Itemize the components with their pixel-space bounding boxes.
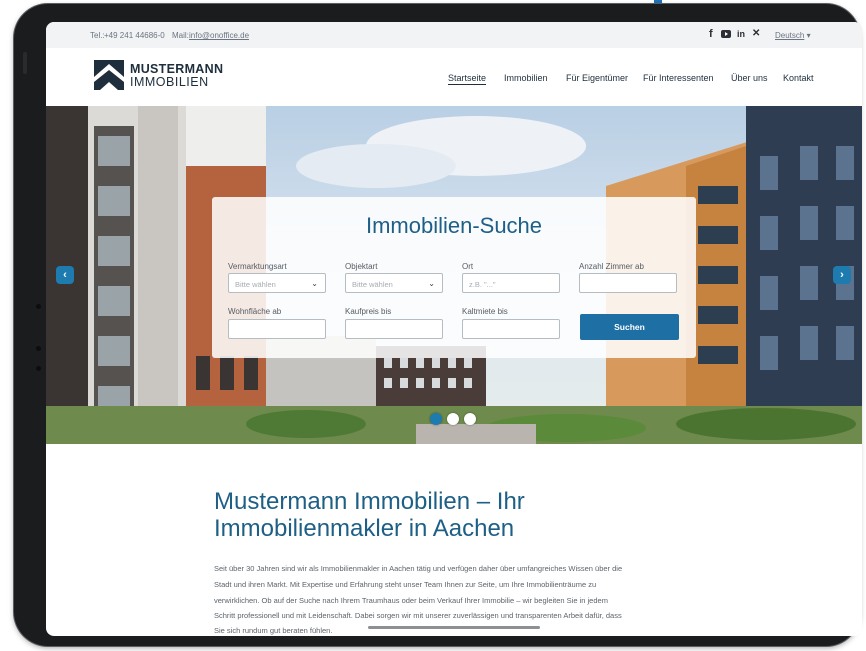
field-label: Ort bbox=[462, 262, 474, 271]
search-button[interactable]: Suchen bbox=[580, 314, 679, 340]
field-label: Objektart bbox=[345, 262, 378, 271]
intro-paragraph-line: Stadt und ihren Markt. Mit Expertise und… bbox=[214, 580, 597, 589]
input-placeholder: z.B. "..." bbox=[469, 280, 496, 289]
nav-ueber-uns[interactable]: Über uns bbox=[731, 73, 768, 83]
facebook-icon[interactable]: f bbox=[709, 28, 713, 40]
tablet-sensor-dot bbox=[36, 304, 41, 309]
mail-label: Mail: bbox=[172, 31, 189, 40]
field-label: Kaltmiete bis bbox=[462, 307, 508, 316]
phone-label: Tel.: bbox=[90, 31, 105, 40]
tablet-frame: Tel.: +49 241 44686-0 Mail: info@onoffic… bbox=[14, 4, 862, 646]
nav-immobilien[interactable]: Immobilien bbox=[504, 73, 548, 83]
wohnflaeche-input[interactable] bbox=[228, 319, 326, 339]
home-indicator[interactable] bbox=[368, 626, 540, 629]
chevron-down-icon: ⌄ bbox=[428, 279, 435, 288]
page-heading-line1: Mustermann Immobilien – Ihr bbox=[214, 488, 525, 515]
field-label: Vermarktungsart bbox=[228, 262, 287, 271]
field-label: Kaufpreis bis bbox=[345, 307, 392, 316]
xing-icon[interactable]: ✕ bbox=[752, 28, 760, 39]
slider-dot[interactable] bbox=[430, 413, 442, 425]
logo-title[interactable]: MUSTERMANN bbox=[130, 62, 223, 76]
intro-paragraph-line: Schritt professionell und mit Leidenscha… bbox=[214, 611, 622, 620]
nav-fuer-eigentuemer[interactable]: Für Eigentümer bbox=[566, 73, 628, 83]
chevron-down-icon: ⌄ bbox=[311, 279, 318, 288]
tablet-side-button bbox=[23, 52, 27, 74]
field-label: Anzahl Zimmer ab bbox=[579, 262, 644, 271]
hero-slider: ‹ › Immobilien-Suche Vermarktungsart Bit… bbox=[46, 106, 862, 444]
page-heading-line2: Immobilienmakler in Aachen bbox=[214, 515, 515, 542]
tablet-sensor-dot bbox=[36, 366, 41, 371]
objektart-select[interactable]: Bitte wählen ⌄ bbox=[345, 273, 443, 293]
arrow-left-icon[interactable]: ‹ bbox=[56, 266, 74, 284]
anzahl-zimmer-input[interactable] bbox=[579, 273, 677, 293]
top-bar: Tel.: +49 241 44686-0 Mail: info@onoffic… bbox=[46, 22, 862, 48]
field-label: Wohnfläche ab bbox=[228, 307, 282, 316]
intro-paragraph-line: verwirklichen. Ob auf der Suche nach Ihr… bbox=[214, 596, 608, 605]
arrow-right-icon[interactable]: › bbox=[833, 266, 851, 284]
kaltmiete-input[interactable] bbox=[462, 319, 560, 339]
ort-input[interactable]: z.B. "..." bbox=[462, 273, 560, 293]
phone-link[interactable]: +49 241 44686-0 bbox=[104, 31, 165, 40]
language-label: Deutsch bbox=[775, 31, 805, 40]
vermarktungsart-select[interactable]: Bitte wählen ⌄ bbox=[228, 273, 326, 293]
nav-fuer-interessenten[interactable]: Für Interessenten bbox=[643, 73, 714, 83]
logo-icon[interactable] bbox=[94, 60, 124, 90]
site-header: MUSTERMANN IMMOBILIEN Startseite Immobil… bbox=[46, 48, 862, 106]
intro-paragraph-line: Sie sich rundum gut beraten fühlen. bbox=[214, 626, 333, 635]
language-select[interactable]: Deutsch ▾ bbox=[775, 31, 811, 40]
property-search-box: Immobilien-Suche Vermarktungsart Bitte w… bbox=[212, 197, 696, 358]
select-value: Bitte wählen bbox=[352, 280, 393, 289]
slider-dot[interactable] bbox=[447, 413, 459, 425]
select-value: Bitte wählen bbox=[235, 280, 276, 289]
website-screen: Tel.: +49 241 44686-0 Mail: info@onoffic… bbox=[46, 22, 862, 636]
mail-link[interactable]: info@onoffice.de bbox=[189, 31, 249, 40]
nav-startseite[interactable]: Startseite bbox=[448, 73, 487, 85]
tablet-sensor-dot bbox=[36, 346, 41, 351]
kaufpreis-input[interactable] bbox=[345, 319, 443, 339]
intro-paragraph-line: Seit über 30 Jahren sind wir als Immobil… bbox=[214, 564, 623, 573]
linkedin-icon[interactable]: in bbox=[737, 29, 745, 39]
nav-kontakt[interactable]: Kontakt bbox=[783, 73, 814, 83]
search-title: Immobilien-Suche bbox=[365, 213, 543, 238]
chevron-down-icon: ▾ bbox=[806, 31, 811, 40]
slider-dot[interactable] bbox=[464, 413, 476, 425]
logo-subtitle[interactable]: IMMOBILIEN bbox=[130, 75, 209, 89]
youtube-icon[interactable] bbox=[721, 29, 731, 41]
